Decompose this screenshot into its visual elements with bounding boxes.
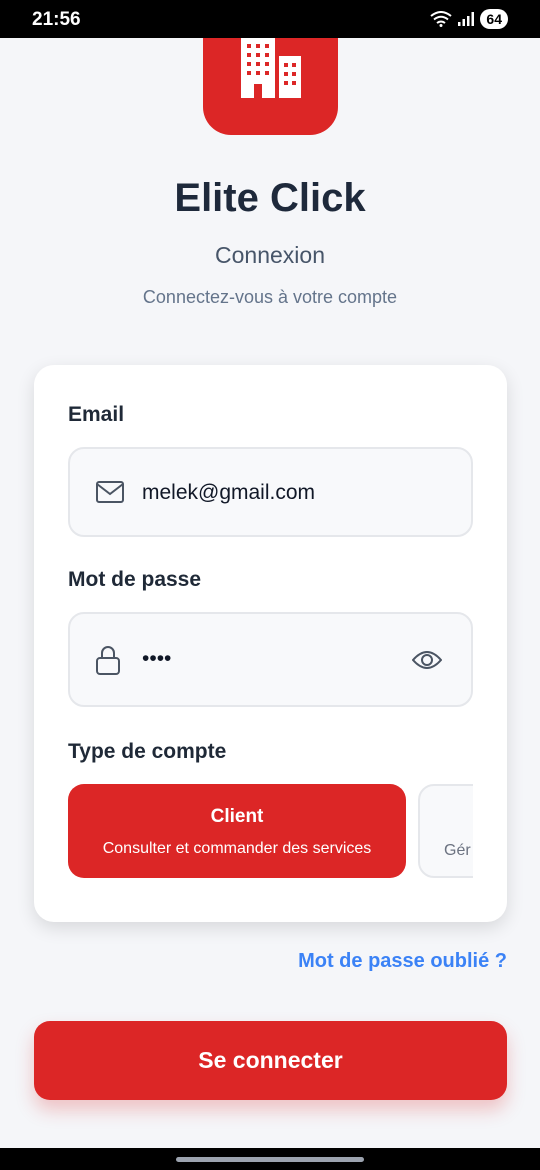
status-bar: 21:56 64 bbox=[0, 0, 540, 38]
mail-icon bbox=[96, 481, 124, 503]
login-card: Email melek@gmail.com Mot de passe •••• … bbox=[34, 365, 507, 922]
wifi-icon bbox=[430, 11, 453, 27]
lock-icon bbox=[96, 646, 120, 675]
account-type-label: Type de compte bbox=[68, 740, 227, 763]
eye-icon[interactable] bbox=[412, 650, 442, 670]
status-icons: 64 bbox=[430, 9, 508, 29]
building-icon bbox=[241, 38, 301, 98]
account-type-description: Gér bbox=[444, 842, 471, 859]
account-type-other[interactable]: Gér bbox=[418, 784, 473, 878]
navigation-bar bbox=[0, 1148, 540, 1170]
account-type-client[interactable]: Client Consulter et commander des servic… bbox=[68, 784, 406, 878]
home-indicator[interactable] bbox=[176, 1157, 364, 1162]
email-label: Email bbox=[68, 403, 125, 426]
app-logo bbox=[203, 38, 338, 135]
password-value: •••• bbox=[142, 647, 172, 670]
account-type-title: Client bbox=[210, 806, 264, 827]
account-type-description: Consulter et commander des services bbox=[102, 840, 372, 857]
status-time: 21:56 bbox=[32, 9, 81, 30]
forgot-password-link[interactable]: Mot de passe oublié ? bbox=[298, 950, 507, 973]
battery-indicator: 64 bbox=[480, 9, 508, 29]
password-field[interactable]: •••• bbox=[68, 612, 473, 707]
email-field[interactable]: melek@gmail.com bbox=[68, 447, 473, 537]
account-type-selector: Client Consulter et commander des servic… bbox=[68, 783, 473, 879]
signal-icon bbox=[458, 12, 475, 26]
password-label: Mot de passe bbox=[68, 568, 202, 591]
page-subtitle: Connexion bbox=[215, 242, 325, 268]
app-title: Elite Click bbox=[174, 176, 366, 220]
page-description: Connectez-vous à votre compte bbox=[142, 287, 398, 307]
login-button[interactable]: Se connecter bbox=[34, 1021, 507, 1100]
email-value: melek@gmail.com bbox=[142, 481, 316, 504]
